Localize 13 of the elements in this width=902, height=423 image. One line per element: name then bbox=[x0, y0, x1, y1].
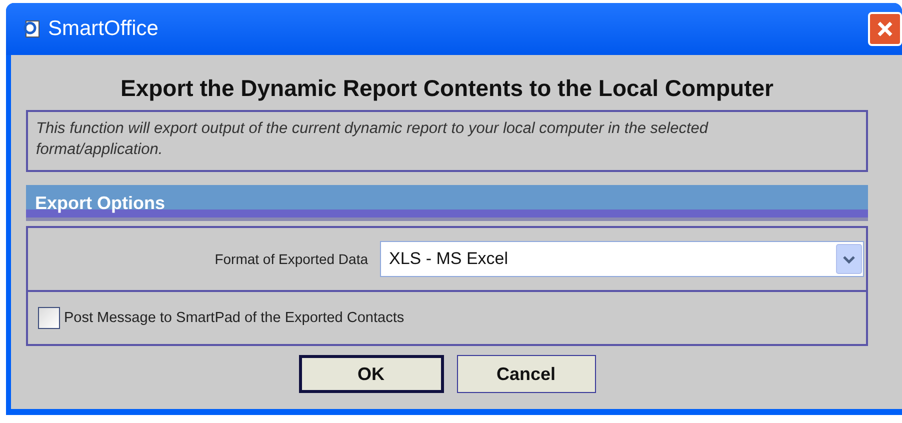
section-title: Export Options bbox=[35, 193, 165, 214]
close-icon[interactable] bbox=[875, 19, 895, 39]
checkbox[interactable] bbox=[38, 307, 60, 329]
description-text: This function will export output of the current dynamic report to your local computer in the selected format/application. bbox=[26, 110, 868, 172]
close-button[interactable] bbox=[868, 12, 902, 46]
ok-button[interactable]: OK bbox=[298, 355, 444, 393]
checkbox-label: Post Message to SmartPad of the Exported Contacts bbox=[64, 310, 404, 326]
format-label: Format of Exported Data bbox=[214, 251, 369, 267]
cancel-button[interactable]: Cancel bbox=[456, 355, 596, 393]
window-title: SmartOffice bbox=[48, 17, 158, 41]
format-dropdown[interactable]: XLS - MS Excel bbox=[380, 241, 864, 277]
page-icon bbox=[22, 19, 42, 39]
dialog-heading: Export the Dynamic Report Contents to the Local Computer bbox=[120, 74, 774, 103]
